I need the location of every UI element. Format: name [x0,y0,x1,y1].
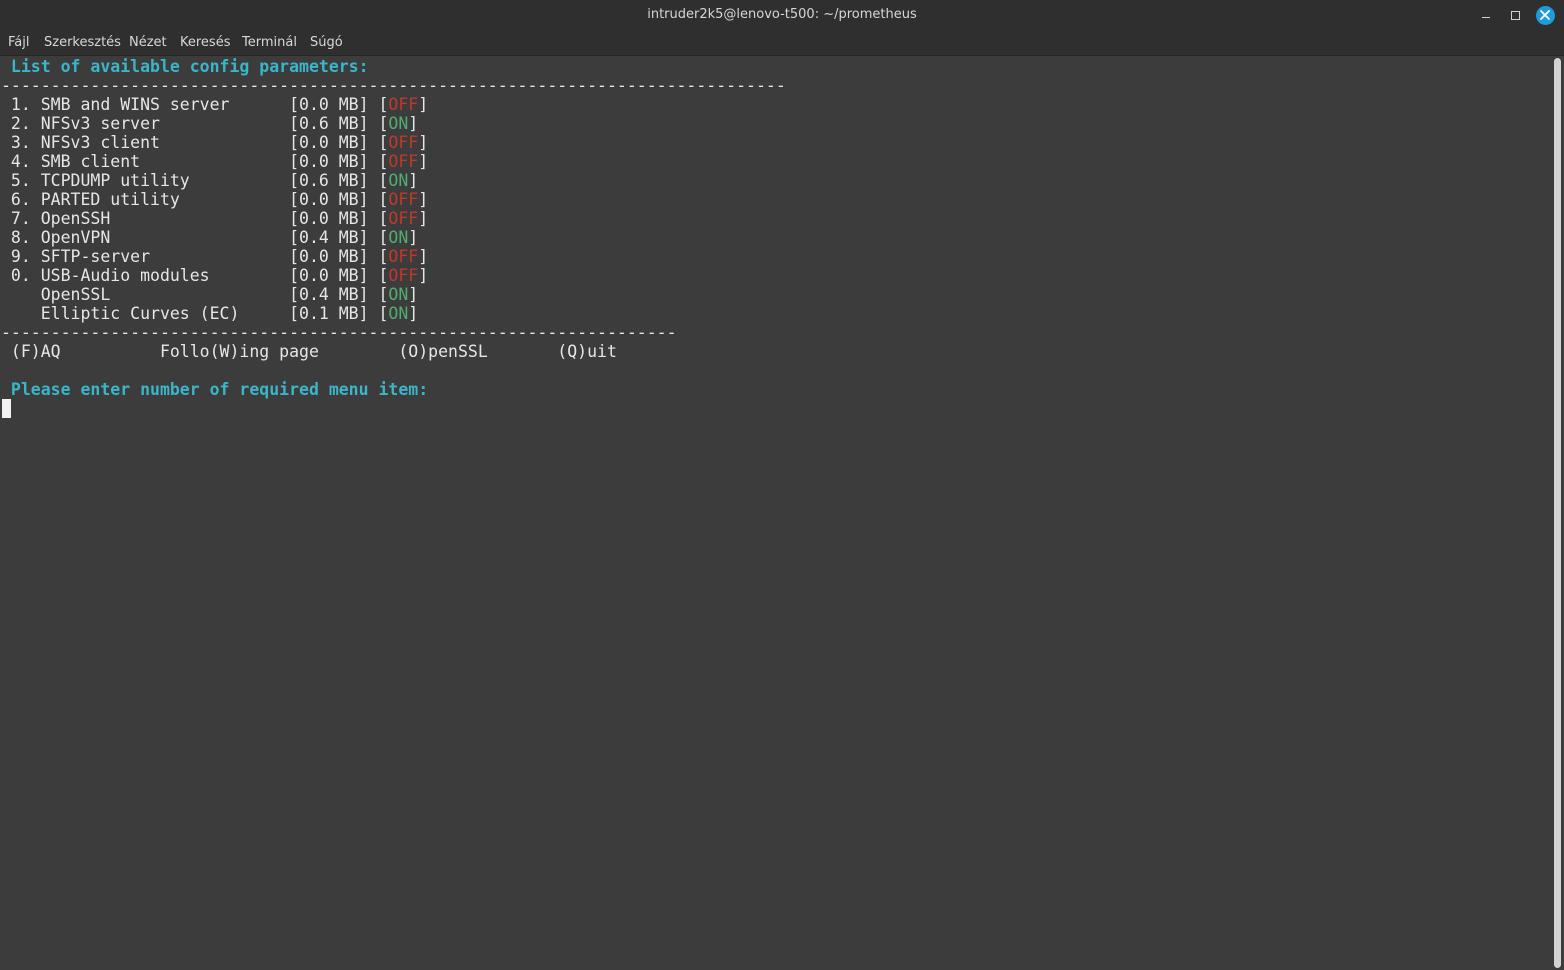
config-item: 3. NFSv3 client [0.0 MB] [OFF] [1,133,429,152]
scrollbar[interactable] [1554,58,1561,968]
status-off: OFF [388,152,419,171]
minimize-icon [1482,16,1490,18]
minimize-button[interactable] [1476,5,1496,25]
menu-view[interactable]: Nézet [129,35,167,50]
config-item: OpenSSL [0.4 MB] [ON] [1,285,419,304]
menu-options: (F)AQ Follo(W)ing page (O)penSSL (Q)uit [1,342,617,361]
window-title: intruder2k5@lenovo-t500: ~/prometheus [647,7,917,22]
terminal-output[interactable]: List of available config parameters: ---… [0,56,1552,970]
status-off: OFF [388,95,419,114]
config-item: 0. USB-Audio modules [0.0 MB] [OFF] [1,266,429,285]
status-on: ON [388,171,409,190]
menu-bar: Fájl Szerkesztés Nézet Keresés Terminál … [0,29,1564,56]
config-item: 6. PARTED utility [0.0 MB] [OFF] [1,190,429,209]
config-item: 7. OpenSSH [0.0 MB] [OFF] [1,209,429,228]
separator-line: ----------------------------------------… [1,76,786,95]
config-item: 4. SMB client [0.0 MB] [OFF] [1,152,429,171]
text-cursor[interactable] [2,399,11,418]
menu-edit[interactable]: Szerkesztés [44,35,121,50]
menu-help[interactable]: Súgó [310,35,343,50]
maximize-icon [1510,10,1520,20]
config-item: 5. TCPDUMP utility [0.6 MB] [ON] [1,171,419,190]
close-icon [1535,5,1555,25]
title-bar: intruder2k5@lenovo-t500: ~/prometheus [0,0,1564,29]
config-item: 8. OpenVPN [0.4 MB] [ON] [1,228,419,247]
menu-search[interactable]: Keresés [180,35,230,50]
input-prompt: Please enter number of required menu ite… [1,380,429,399]
config-item: 1. SMB and WINS server [0.0 MB] [OFF] [1,95,429,114]
status-off: OFF [388,266,419,285]
status-on: ON [388,285,409,304]
config-item: 2. NFSv3 server [0.6 MB] [ON] [1,114,419,133]
separator-line: ----------------------------------------… [1,323,677,342]
status-off: OFF [388,133,419,152]
status-on: ON [388,114,409,133]
status-off: OFF [388,247,419,266]
config-item: Elliptic Curves (EC) [0.1 MB] [ON] [1,304,419,323]
close-button[interactable] [1535,5,1555,25]
menu-terminal[interactable]: Terminál [242,35,297,50]
status-off: OFF [388,209,419,228]
maximize-button[interactable] [1505,5,1525,25]
config-item: 9. SFTP-server [0.0 MB] [OFF] [1,247,429,266]
status-on: ON [388,304,409,323]
config-heading: List of available config parameters: [1,57,369,76]
menu-file[interactable]: Fájl [8,35,29,50]
status-off: OFF [388,190,419,209]
status-on: ON [388,228,409,247]
